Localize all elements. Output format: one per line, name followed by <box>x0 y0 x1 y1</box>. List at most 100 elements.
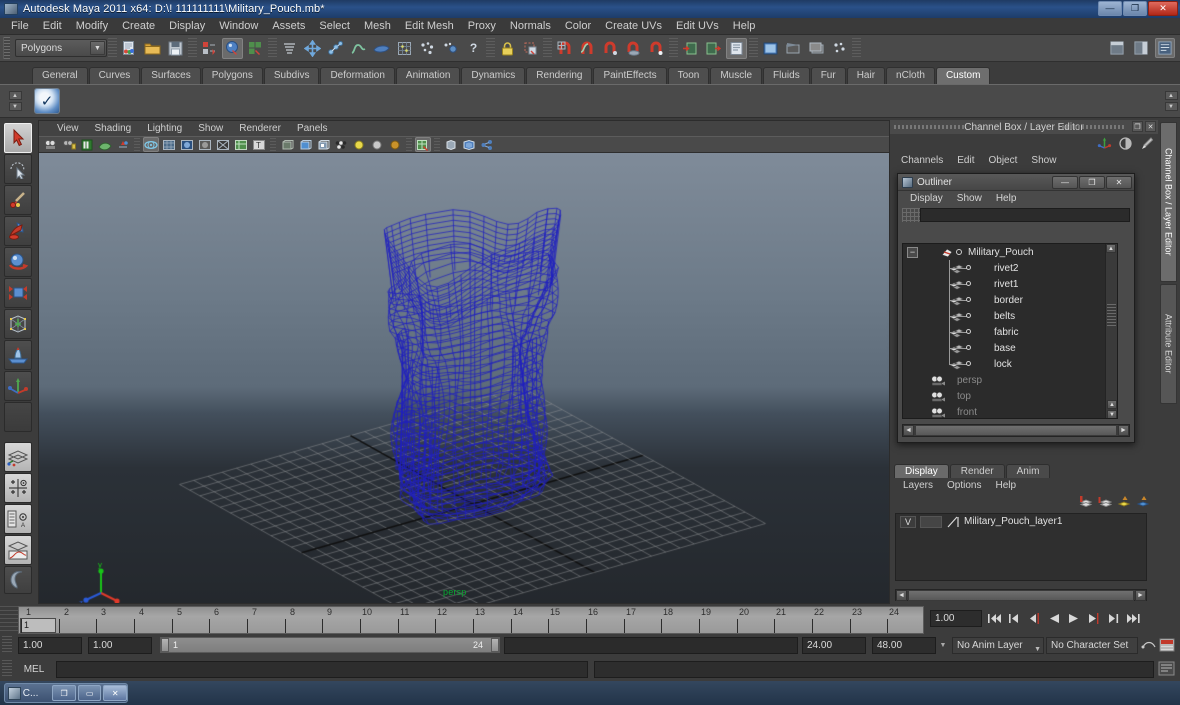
taskbar-close-button[interactable]: ✕ <box>103 685 127 701</box>
viewport-menu-lighting[interactable]: Lighting <box>139 123 190 134</box>
input-connections-icon[interactable] <box>680 38 701 59</box>
select-by-component-icon[interactable] <box>245 38 266 59</box>
shelf-scroll-up-icon[interactable]: ▲ <box>8 91 22 100</box>
range-slider-left-handle[interactable] <box>161 638 169 652</box>
select-mask-list-icon[interactable] <box>279 38 300 59</box>
output-connections-icon[interactable] <box>703 38 724 59</box>
shelf-scroll-down-icon[interactable]: ▼ <box>8 102 22 111</box>
outliner-row-top[interactable]: top <box>903 388 1117 404</box>
time-slider-grip[interactable] <box>0 606 18 634</box>
menu-item-mesh[interactable]: Mesh <box>357 18 398 34</box>
share-smoothing-icon[interactable] <box>479 137 495 152</box>
play-backwards-icon[interactable] <box>1045 609 1062 627</box>
chevron-down-icon[interactable]: ▼ <box>936 642 950 649</box>
outliner-row-lock[interactable]: lock <box>903 356 1117 372</box>
shelf-tab-fur[interactable]: Fur <box>810 67 846 84</box>
menu-item-normals[interactable]: Normals <box>503 18 558 34</box>
persp-graph-layout[interactable] <box>4 535 32 565</box>
layer-editor-tab-display[interactable]: Display <box>894 464 949 478</box>
lock-icon[interactable] <box>497 38 518 59</box>
shelf-tab-fluids[interactable]: Fluids <box>763 67 810 84</box>
shelf-overflow-down-icon[interactable]: ▼ <box>1164 102 1178 111</box>
range-slider-grip[interactable] <box>2 636 12 654</box>
layer-color-swatch[interactable] <box>946 516 960 528</box>
snap-to-view-plane-icon[interactable] <box>623 38 644 59</box>
layer-scroll-left-arrow[interactable]: ◄ <box>896 589 907 601</box>
channel-box-menu-show[interactable]: Show <box>1024 155 1063 166</box>
light-yellow-icon[interactable] <box>351 137 367 152</box>
chevron-down-icon[interactable]: ▼ <box>90 41 105 55</box>
lock-camera-icon[interactable] <box>61 137 77 152</box>
open-scene-icon[interactable] <box>142 38 163 59</box>
maximize-button[interactable]: ❐ <box>1123 1 1147 16</box>
batch-render-icon[interactable] <box>806 38 827 59</box>
animation-preferences-icon[interactable] <box>1141 638 1157 652</box>
wireframe-icon[interactable] <box>143 137 159 152</box>
outliner-row-border[interactable]: border <box>903 292 1117 308</box>
outliner-row-belts[interactable]: belts <box>903 308 1117 324</box>
command-line-grip[interactable] <box>2 660 12 678</box>
menuset-selector[interactable]: Polygons ▼ <box>15 39 107 57</box>
question-icon[interactable]: ? <box>463 38 484 59</box>
flat-shade-icon[interactable] <box>197 137 213 152</box>
menu-item-select[interactable]: Select <box>312 18 357 34</box>
shelf-tab-general[interactable]: General <box>32 67 88 84</box>
undock-button[interactable]: ❐ <box>1132 121 1143 132</box>
panel-drag-dots[interactable] <box>894 125 964 129</box>
viewport-3d-canvas[interactable] <box>39 153 889 603</box>
outliner-menu-display[interactable]: Display <box>904 193 949 204</box>
light-orange-icon[interactable] <box>387 137 403 152</box>
outliner-menu-help[interactable]: Help <box>990 193 1023 204</box>
curve-icon[interactable] <box>348 38 369 59</box>
menu-item-edit-uvs[interactable]: Edit UVs <box>669 18 726 34</box>
outliner-menu-show[interactable]: Show <box>951 193 988 204</box>
channel-box-menu-channels[interactable]: Channels <box>894 155 950 166</box>
range-slider[interactable]: 1 24 <box>160 637 500 653</box>
outliner-filter-icon[interactable] <box>902 208 920 222</box>
xray-icon[interactable] <box>279 137 295 152</box>
layer-name[interactable]: Military_Pouch_layer1 <box>964 516 1062 527</box>
auto-key-icon[interactable] <box>1159 638 1176 653</box>
outliner-maximize-button[interactable]: ❐ <box>1079 176 1105 189</box>
menu-item-help[interactable]: Help <box>726 18 763 34</box>
outliner-scroll-right-arrow[interactable]: ► <box>1118 425 1129 436</box>
layer-editor-tab-render[interactable]: Render <box>949 464 1005 478</box>
shelf-tab-muscle[interactable]: Muscle <box>710 67 763 84</box>
taskbar-maximize-button[interactable]: ▭ <box>77 685 102 701</box>
axis-manipulator-icon[interactable] <box>1097 136 1112 151</box>
outliner-row-rivet2[interactable]: rivet2 <box>903 260 1117 276</box>
viewport-render-surface[interactable] <box>39 153 889 603</box>
attribute-editor-toggle-icon[interactable] <box>1155 38 1175 58</box>
play-forwards-icon[interactable] <box>1065 609 1082 627</box>
time-slider-ruler[interactable]: 1 1 2 3 4 5 6 7 8 9 10 11 12 13 14 15 16 17 18 19 20 21 22 23 2… <box>18 606 924 634</box>
shelf-tab-hair[interactable]: Hair <box>846 67 886 84</box>
go-to-end-icon[interactable] <box>1125 609 1142 627</box>
shelf-tab-ncloth[interactable]: nCloth <box>886 67 935 84</box>
outliner-expand-toggle[interactable]: − <box>907 246 918 258</box>
outliner-vertical-scrollbar[interactable]: ▲ ▲ ▼ <box>1105 244 1117 418</box>
layer-visibility-toggle[interactable]: V <box>900 515 916 528</box>
outliner-scroll-up-arrow-2[interactable]: ▲ <box>1107 400 1117 409</box>
layer-scroll-right-arrow[interactable]: ► <box>1135 589 1146 601</box>
outliner-row-root[interactable]: − Military_Pouch <box>903 244 1117 260</box>
single-perspective-view-layout[interactable] <box>4 442 32 472</box>
viewport-menu-renderer[interactable]: Renderer <box>231 123 289 134</box>
snap-to-pivot-icon[interactable] <box>646 38 667 59</box>
shelf-tab-toon[interactable]: Toon <box>667 67 710 84</box>
deformer-icon[interactable] <box>394 38 415 59</box>
chevron-down-icon[interactable]: ▼ <box>1034 642 1041 657</box>
two-sided-lighting-icon[interactable] <box>97 137 113 152</box>
viewport-menu-show[interactable]: Show <box>190 123 231 134</box>
save-scene-icon[interactable] <box>165 38 186 59</box>
layer-editor-menu-layers[interactable]: Layers <box>896 480 940 491</box>
select-tool[interactable] <box>4 123 32 153</box>
vertical-tab-attribute-editor[interactable]: Attribute Editor <box>1160 284 1177 404</box>
go-to-start-icon[interactable] <box>985 609 1002 627</box>
outliner-tree[interactable]: − Military_Pouch rivet2 rivet1 border belts fa… <box>902 243 1118 419</box>
select-by-hierarchy-icon[interactable] <box>199 38 220 59</box>
menu-item-create[interactable]: Create <box>115 18 162 34</box>
shelf-tab-rendering[interactable]: Rendering <box>526 67 593 84</box>
taskbar-item[interactable]: C... ❐ ▭ ✕ <box>4 683 128 703</box>
panel-close-button[interactable]: ✕ <box>1145 121 1156 132</box>
shelf-tab-curves[interactable]: Curves <box>88 67 141 84</box>
